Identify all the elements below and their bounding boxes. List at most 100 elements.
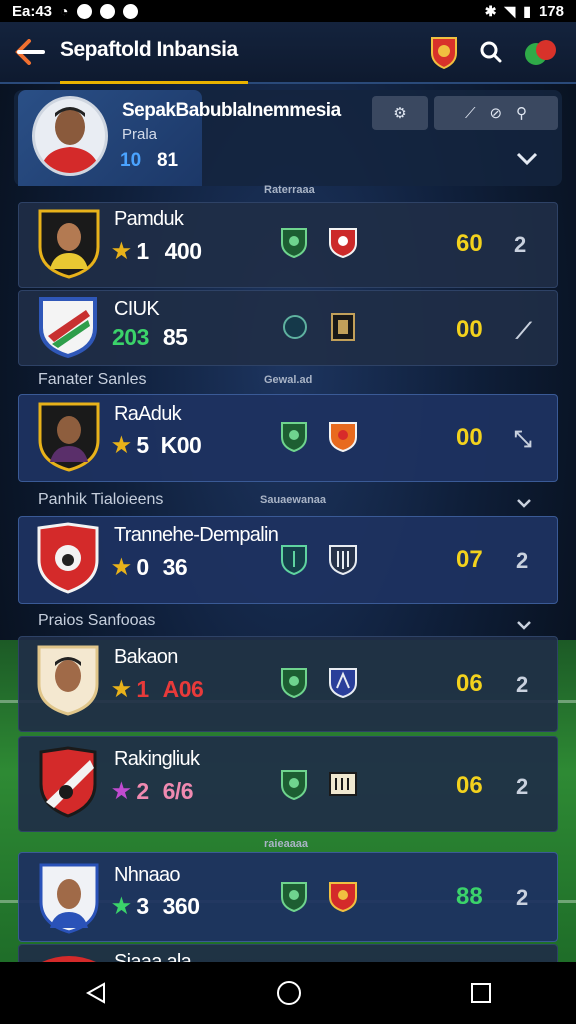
- section-caption: Sauaewanaa: [260, 494, 327, 506]
- star-icon: ★: [112, 780, 131, 803]
- profile-name: SepakBabublaInemmesia: [122, 100, 341, 121]
- nav-recents-icon[interactable]: [470, 982, 492, 1004]
- player-stat: K00: [160, 432, 202, 458]
- edit-button[interactable]: 2: [516, 548, 528, 574]
- block-icon[interactable]: ⊘: [489, 104, 502, 122]
- player-stats: ★ 0 36: [112, 554, 188, 581]
- profile-stat-b: 81: [156, 150, 179, 171]
- club-crest-icon[interactable]: [430, 35, 458, 69]
- club-shield-icon: [329, 882, 357, 912]
- player-badge-icon: [38, 402, 100, 472]
- star-icon: ★: [112, 556, 131, 579]
- club-shield-icon: [329, 668, 357, 698]
- section-caption: raieaaaa: [264, 838, 309, 850]
- player-score: 00: [456, 316, 483, 343]
- search-icon[interactable]: [480, 41, 502, 63]
- edit-button[interactable]: ⟋: [516, 318, 531, 344]
- back-button[interactable]: [0, 21, 60, 83]
- player-name: RaAduk: [114, 403, 182, 425]
- player-score: 00: [456, 424, 483, 451]
- player-rating: 2: [136, 778, 149, 804]
- gear-icon: ⚙: [393, 105, 407, 122]
- player-rating: 1: [136, 238, 149, 264]
- notification-icon: [122, 3, 138, 19]
- section-title: Fanater Sanles: [38, 371, 147, 388]
- player-badge-icon: [38, 209, 100, 279]
- chevron-down-icon[interactable]: [516, 614, 532, 635]
- club-shield-icon: [281, 545, 307, 575]
- club-shield-icon: [329, 422, 357, 452]
- back-arrow-icon: [15, 39, 45, 65]
- profile-subtitle: Prala: [122, 126, 158, 143]
- edit-button[interactable]: ⤡: [514, 426, 532, 452]
- club-shield-icon: [281, 882, 307, 912]
- app-bar: Sepaftold Inbansia: [0, 22, 576, 84]
- nav-home-icon[interactable]: [276, 980, 302, 1006]
- player-rating: 5: [136, 432, 149, 458]
- player-rating: 0: [136, 554, 149, 580]
- player-stats: ★ 5 K00: [112, 432, 202, 459]
- player-stat: 6/6: [162, 778, 194, 804]
- player-name: Rakingliuk: [114, 748, 200, 770]
- chevron-down-icon[interactable]: [516, 492, 532, 513]
- status-time: Ea:43: [12, 2, 53, 20]
- club-badge-icon: [42, 956, 96, 962]
- player-stats: ★ 3 360: [112, 893, 200, 920]
- star-icon: ★: [112, 678, 131, 701]
- player-stats: ★ 1 A06: [112, 676, 204, 703]
- search-small-icon[interactable]: ⚲: [516, 104, 527, 122]
- page-title: Sepaftold Inbansia: [60, 38, 248, 84]
- player-name: Pamduk: [114, 208, 184, 230]
- player-badge-icon: [37, 645, 99, 716]
- wifi-icon: ◥: [504, 2, 516, 19]
- club-badge-icon: [37, 522, 99, 594]
- edit-button[interactable]: 2: [514, 232, 526, 258]
- player-score: 60: [456, 230, 483, 257]
- settings-button[interactable]: ⚙: [372, 96, 428, 130]
- chevron-down-icon[interactable]: [516, 150, 538, 171]
- notification-icon: ◔: [60, 3, 69, 19]
- player-score: 07: [456, 546, 483, 573]
- star-icon: ★: [112, 240, 131, 263]
- club-round-icon: [283, 315, 307, 339]
- club-badge-icon: [39, 746, 97, 818]
- player-stat: 36: [162, 554, 188, 580]
- avatar[interactable]: [32, 96, 108, 176]
- edit-button[interactable]: 2: [516, 885, 528, 911]
- club-shield-icon: [281, 422, 307, 452]
- club-badge-icon: [39, 297, 97, 358]
- section-title: Praios Sanfooas: [38, 612, 156, 629]
- player-rating: 1: [136, 676, 149, 702]
- club-shield-icon: [329, 545, 357, 575]
- section-title: Panhik Tialoieens: [38, 491, 164, 508]
- player-stat: 85: [162, 324, 188, 350]
- player-name: Trannehe-Dempalin: [114, 524, 279, 546]
- player-name: CIUK: [114, 298, 160, 320]
- player-name: Nhnaao: [114, 864, 181, 886]
- player-badge-icon: [39, 863, 99, 934]
- notification-icon: [99, 3, 115, 19]
- edit-button[interactable]: 2: [516, 774, 528, 800]
- system-navigation-bar: [0, 962, 576, 1024]
- player-stats: ★ 1 400: [112, 238, 202, 265]
- nav-back-icon[interactable]: [84, 981, 108, 1005]
- notification-icon: [76, 3, 92, 19]
- club-shield-icon: [281, 770, 307, 800]
- edit-icon[interactable]: ⟋: [465, 105, 476, 122]
- club-logo-icon: [329, 772, 357, 796]
- star-icon: ★: [112, 434, 131, 457]
- club-shield-icon: [331, 313, 355, 341]
- section-caption: Raterraaa: [264, 184, 315, 196]
- section-caption: Gewal.ad: [264, 374, 313, 386]
- favorite-icon[interactable]: [524, 37, 558, 67]
- player-stat: A06: [162, 676, 204, 702]
- edit-button[interactable]: 2: [516, 672, 528, 698]
- profile-stats: 10 81: [120, 150, 178, 172]
- club-shield-icon: [281, 228, 307, 258]
- toolbar-group: ⟋ ⊘ ⚲: [434, 96, 558, 130]
- battery-level: 178: [538, 2, 564, 20]
- battery-icon: ▮: [523, 2, 531, 19]
- player-stat: 400: [164, 238, 202, 264]
- star-icon: ★: [112, 895, 131, 918]
- player-name: Bakaon: [114, 646, 178, 668]
